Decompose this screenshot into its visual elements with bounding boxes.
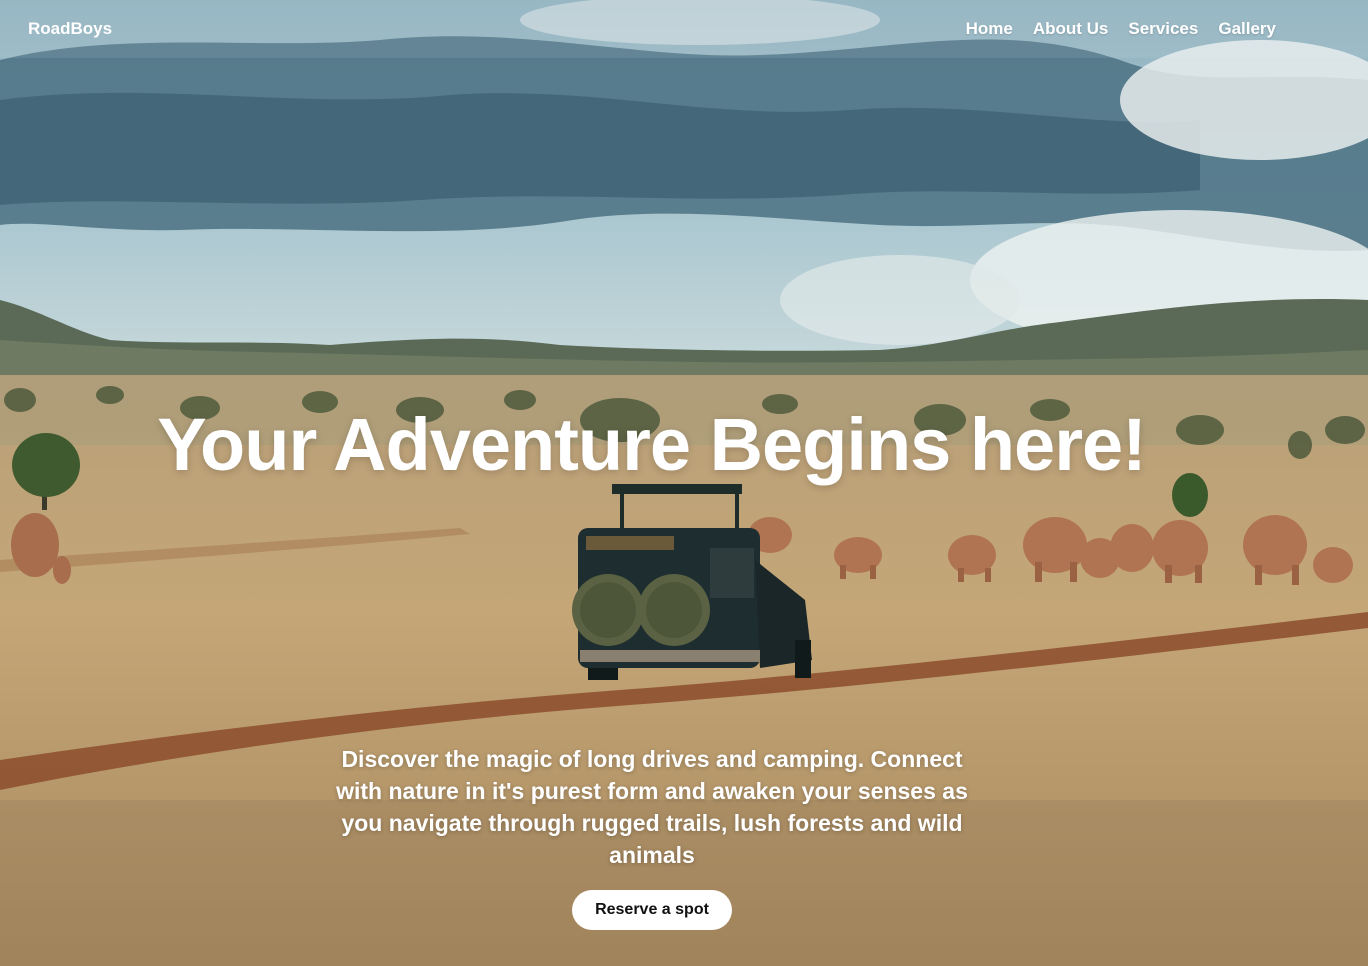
navbar: RoadBoys Home About Us Services Gallery [0,0,1368,58]
hero-headline: Your Adventure Begins here! [157,403,1147,486]
nav-link-home[interactable]: Home [966,19,1013,39]
hero-section: RoadBoys Home About Us Services Gallery … [0,0,1368,966]
brand-logo[interactable]: RoadBoys [28,19,112,39]
nav-links: Home About Us Services Gallery [966,19,1276,39]
nav-link-gallery[interactable]: Gallery [1218,19,1276,39]
nav-link-about-us[interactable]: About Us [1033,19,1109,39]
nav-link-services[interactable]: Services [1128,19,1198,39]
hero-tagline: Discover the magic of long drives and ca… [336,746,968,868]
reserve-spot-button[interactable]: Reserve a spot [572,890,732,930]
